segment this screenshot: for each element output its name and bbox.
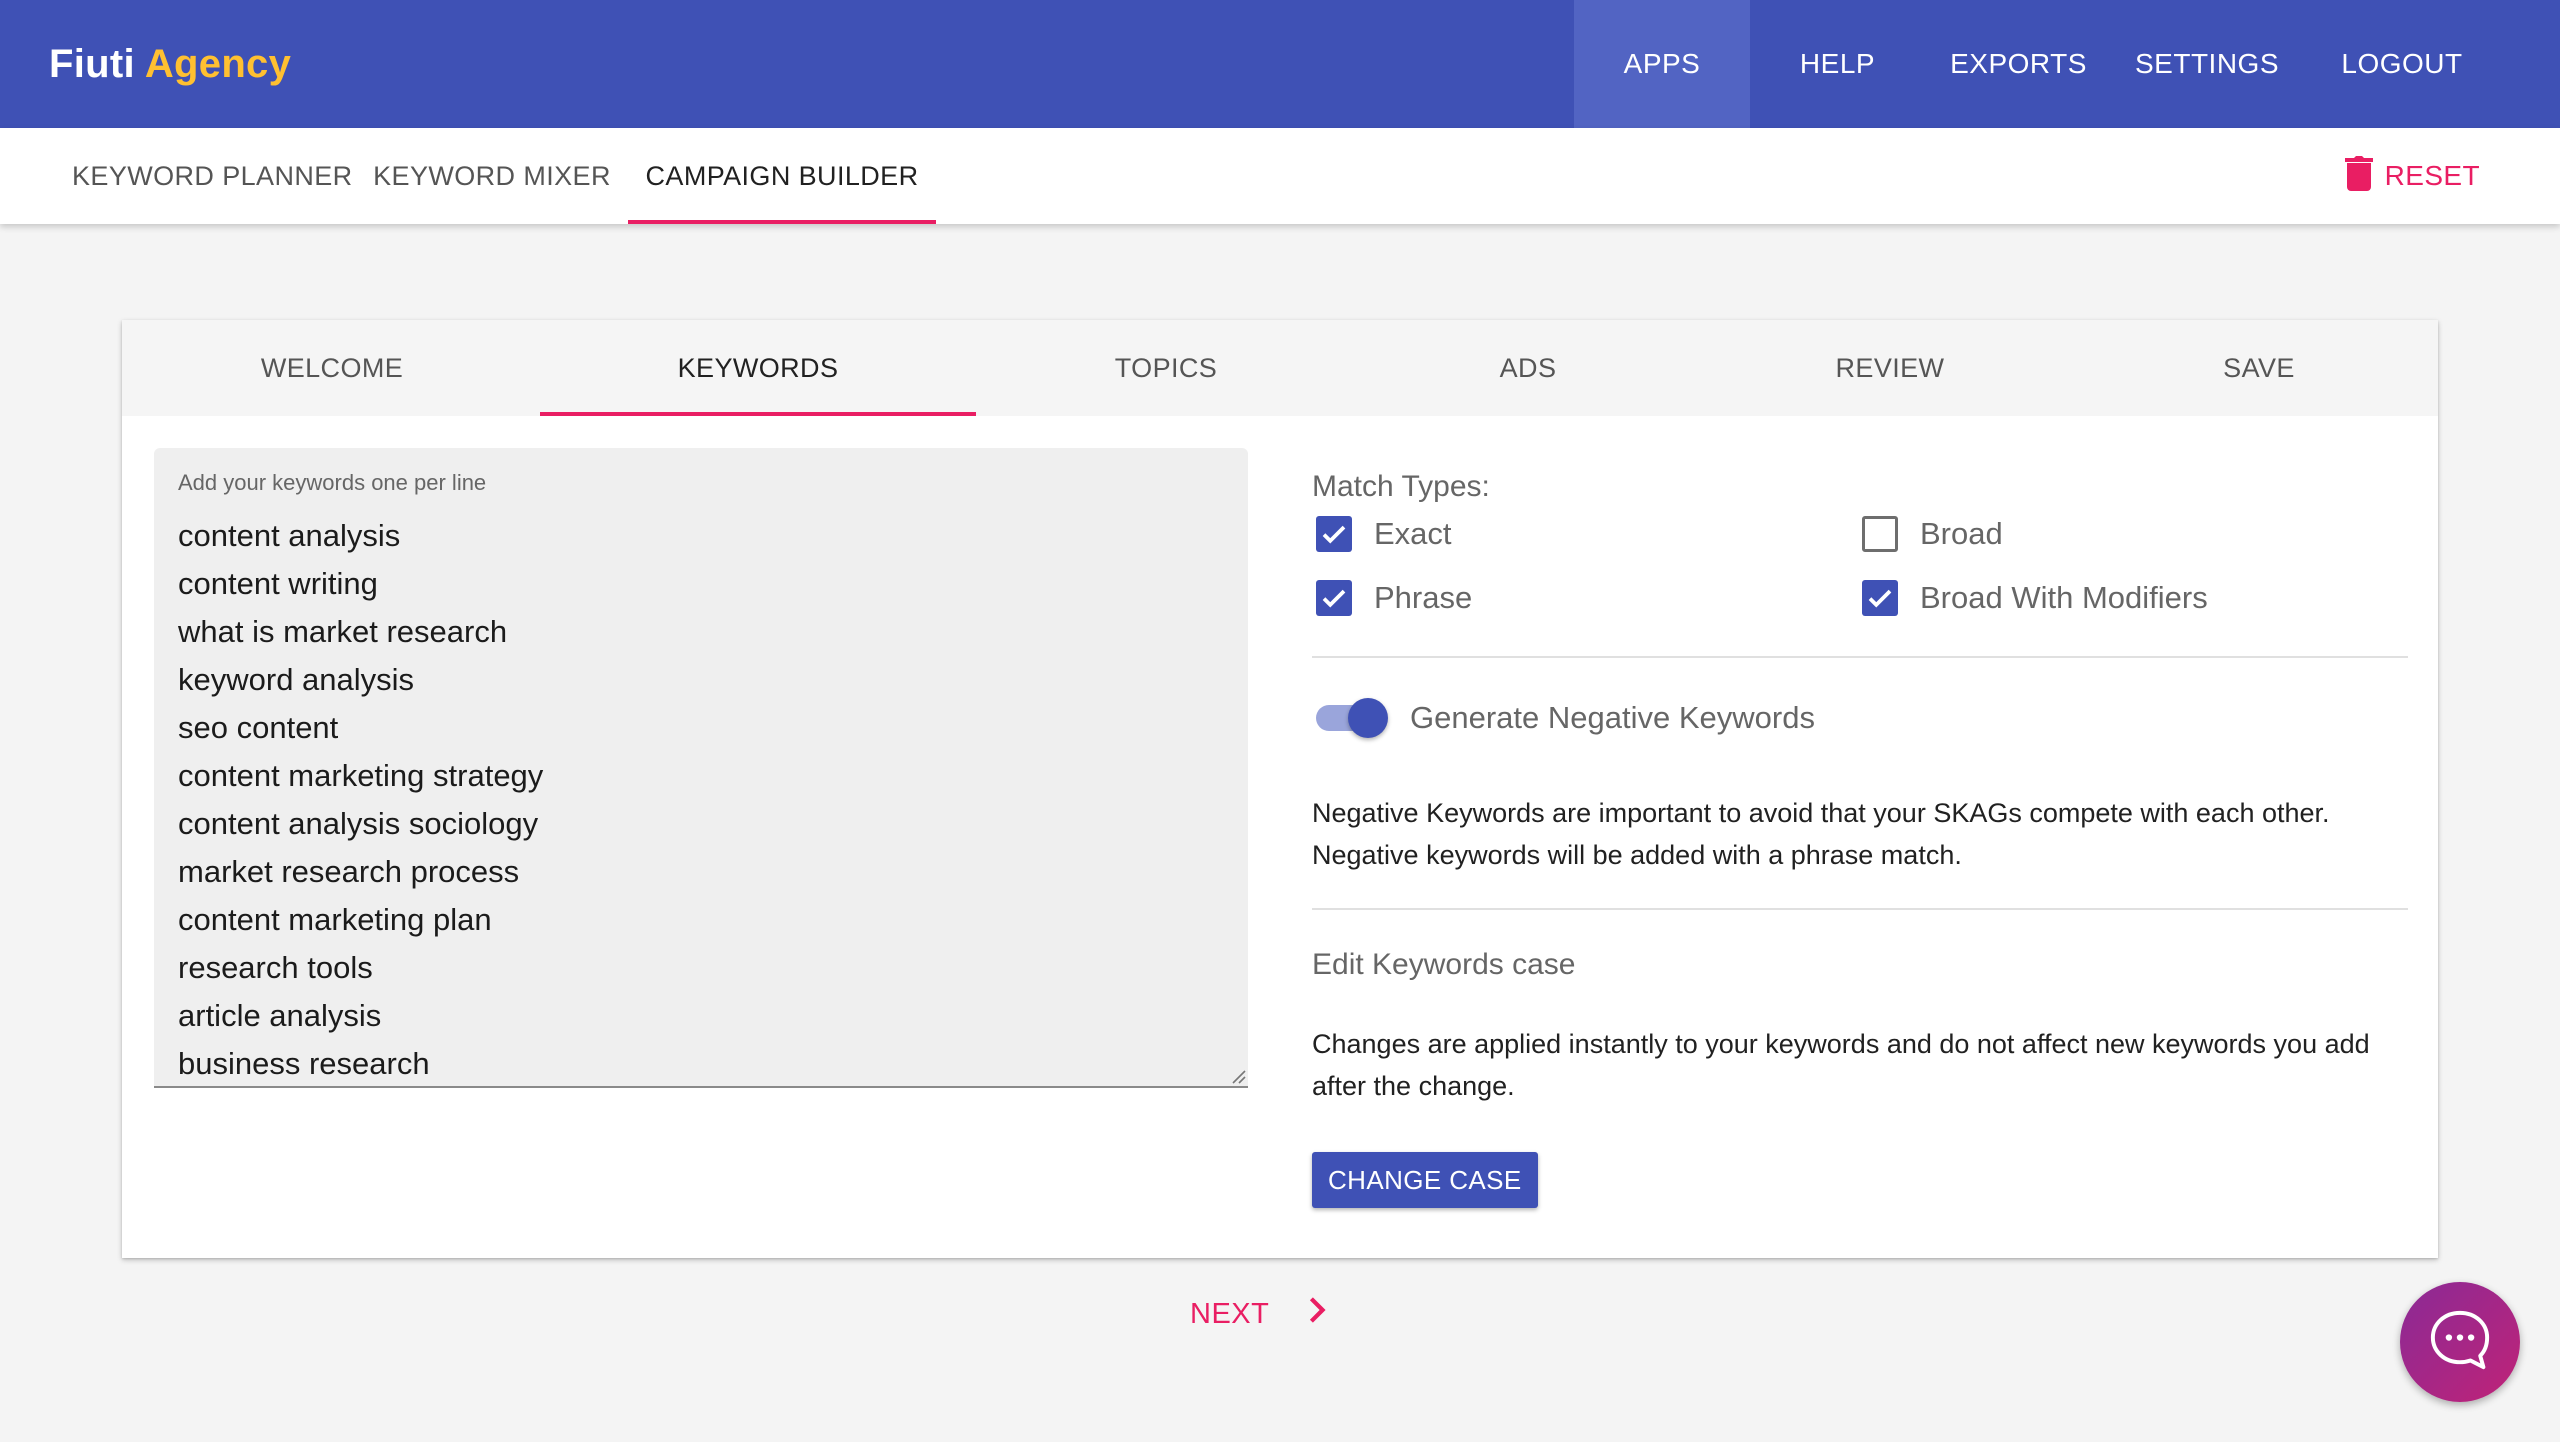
nav-settings[interactable]: SETTINGS	[2112, 0, 2302, 128]
next-button[interactable]: NEXT	[1190, 1286, 1329, 1342]
tab-keyword-mixer[interactable]: KEYWORD MIXER	[366, 128, 618, 224]
keyword-line: business research	[178, 1046, 430, 1081]
trash-icon	[2344, 155, 2373, 198]
reset-button[interactable]: RESET	[2344, 148, 2480, 204]
toggle-knob	[1348, 698, 1388, 738]
keyword-line: content analysis	[178, 518, 401, 553]
tab-keyword-planner[interactable]: KEYWORD PLANNER	[48, 128, 358, 224]
change-case-button[interactable]: CHANGE CASE	[1312, 1152, 1538, 1208]
keyword-line: seo content	[178, 710, 339, 745]
reset-label: RESET	[2384, 160, 2480, 191]
checkbox-checked-icon	[1862, 580, 1898, 616]
negative-keywords-toggle[interactable]: Generate Negative Keywords	[1316, 698, 1815, 738]
checkbox-checked-icon	[1316, 580, 1352, 616]
checkbox-exact[interactable]: Exact	[1316, 516, 1452, 552]
brand-name: Fiuti	[49, 42, 135, 86]
keyword-line: content analysis sociology	[178, 806, 539, 841]
keyword-line: market research process	[178, 854, 520, 889]
brand-logo[interactable]: Fiuti Agency	[49, 38, 291, 90]
keywords-textarea[interactable]: Add your keywords one per line content a…	[154, 448, 1248, 1088]
edit-case-title: Edit Keywords case	[1312, 948, 1576, 981]
nav-apps[interactable]: APPS	[1574, 0, 1750, 128]
step-welcome[interactable]: WELCOME	[122, 320, 542, 416]
checkbox-exact-label: Exact	[1374, 516, 1452, 551]
checkbox-broad-with-modifiers[interactable]: Broad With Modifiers	[1862, 580, 2208, 616]
step-keywords[interactable]: KEYWORDS	[540, 320, 976, 416]
tool-tab-bar: KEYWORD PLANNER KEYWORD MIXER CAMPAIGN B…	[0, 128, 2560, 224]
chat-button[interactable]	[2400, 1282, 2520, 1402]
keyword-line: content marketing plan	[178, 902, 492, 937]
toggle-track	[1316, 698, 1388, 738]
checkbox-broad[interactable]: Broad	[1862, 516, 2003, 552]
tab-campaign-builder[interactable]: CAMPAIGN BUILDER	[628, 128, 936, 224]
chat-bubble-icon	[2423, 1303, 2497, 1382]
step-topics[interactable]: TOPICS	[976, 320, 1356, 416]
campaign-builder-card: WELCOME KEYWORDS TOPICS ADS REVIEW SAVE …	[122, 320, 2438, 1258]
step-save[interactable]: SAVE	[2080, 320, 2438, 416]
keywords-textarea-label: Add your keywords one per line	[178, 470, 487, 495]
keyword-line: content marketing strategy	[178, 758, 544, 793]
chevron-right-icon	[1305, 1296, 1329, 1332]
nav-logout[interactable]: LOGOUT	[2302, 0, 2560, 128]
step-review[interactable]: REVIEW	[1700, 320, 2080, 416]
keywords-list: content analysis content writing what is m…	[178, 512, 1224, 1086]
negative-keywords-description: Negative Keywords are important to avoid…	[1312, 798, 2330, 870]
nav-help[interactable]: HELP	[1750, 0, 1925, 128]
next-label: NEXT	[1190, 1297, 1270, 1330]
checkbox-unchecked-icon	[1862, 516, 1898, 552]
keyword-line: keyword analysis	[178, 662, 415, 697]
checkbox-broad-with-modifiers-label: Broad With Modifiers	[1920, 580, 2208, 615]
keyword-line: article analysis	[178, 998, 382, 1033]
trash-icon-svg	[2344, 155, 2373, 191]
divider	[1312, 656, 2408, 658]
negative-keywords-toggle-label: Generate Negative Keywords	[1410, 700, 1815, 735]
edit-case-description: Changes are applied instantly to your ke…	[1312, 1029, 2370, 1101]
top-nav: APPS HELP EXPORTS SETTINGS LOGOUT	[1574, 0, 2560, 128]
resize-grip-icon[interactable]	[1228, 1066, 1246, 1084]
app-bar: Fiuti Agency APPS HELP EXPORTS SETTINGS …	[0, 0, 2560, 128]
keyword-line: research tools	[178, 950, 373, 985]
match-types-title: Match Types:	[1312, 470, 1490, 503]
checkbox-broad-label: Broad	[1920, 516, 2003, 551]
keyword-line: content writing	[178, 566, 378, 601]
step-ads[interactable]: ADS	[1356, 320, 1700, 416]
brand-accent: Agency	[144, 42, 292, 86]
nav-exports[interactable]: EXPORTS	[1925, 0, 2112, 128]
checkbox-phrase-label: Phrase	[1374, 580, 1473, 615]
checkbox-checked-icon	[1316, 516, 1352, 552]
checkbox-phrase[interactable]: Phrase	[1316, 580, 1472, 616]
keyword-line: what is market research	[178, 614, 508, 649]
divider	[1312, 908, 2408, 910]
wizard-steps: WELCOME KEYWORDS TOPICS ADS REVIEW SAVE	[122, 320, 2438, 416]
